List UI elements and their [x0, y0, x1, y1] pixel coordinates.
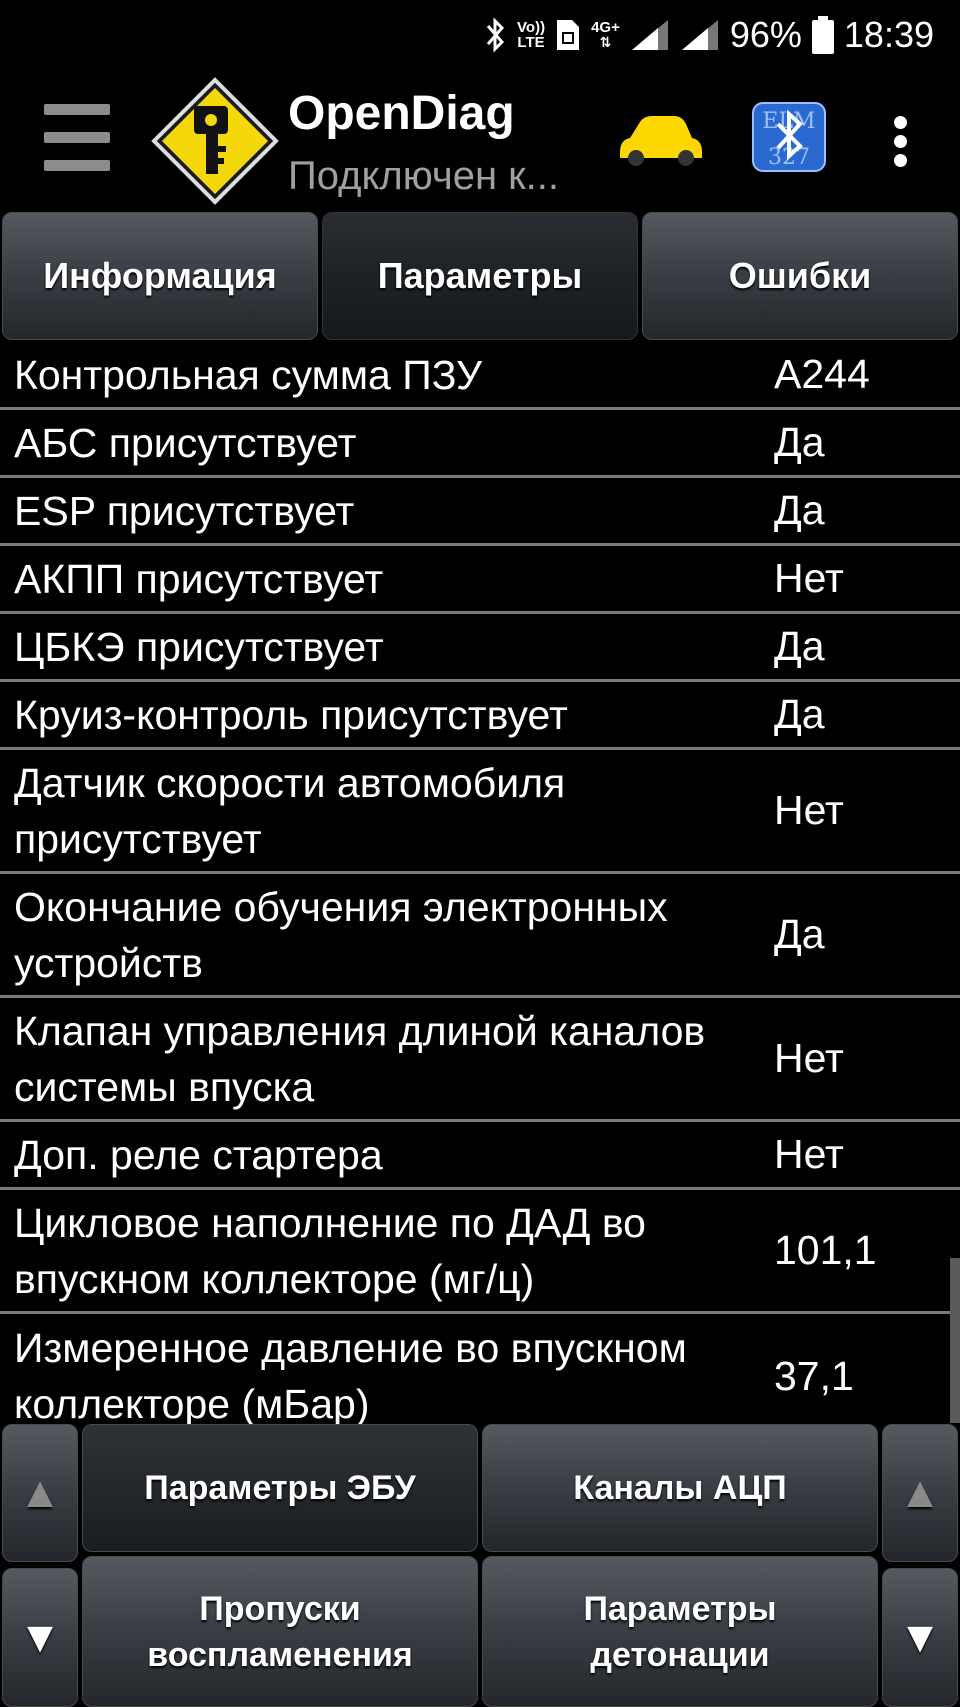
app-logo-key-icon [150, 76, 280, 206]
param-name: Контрольная сумма ПЗУ [14, 351, 483, 398]
table-row: Контрольная сумма ПЗУ A244 [0, 342, 960, 410]
scrollbar-thumb[interactable] [950, 1258, 960, 1423]
scroll-up-left-button[interactable]: ▲ [2, 1424, 78, 1562]
table-row: Круиз-контроль присутствует Да [0, 682, 960, 750]
param-name: АКПП присутствует [14, 555, 384, 602]
connection-status: Подключен к... [288, 154, 559, 198]
arrow-up-icon: ▲ [18, 1468, 62, 1517]
menu-icon[interactable] [44, 104, 110, 172]
table-row: ЦБКЭ присутствует Да [0, 614, 960, 682]
param-name: ЦБКЭ присутствует [14, 623, 384, 670]
param-name: Доп. реле стартера [14, 1131, 383, 1178]
param-value: A244 [774, 351, 870, 397]
car-icon[interactable] [616, 110, 706, 170]
table-row: Цикловое наполнение по ДАД во впускном к… [0, 1190, 960, 1314]
adc-channels-button[interactable]: Каналы АЦП [482, 1424, 878, 1552]
arrow-down-icon: ▼ [18, 1612, 62, 1662]
bottom-button-panel: ▲ Параметры ЭБУ Каналы АЦП ▲ ▼ Пропуски … [0, 1424, 960, 1707]
param-value: Да [774, 487, 825, 533]
scroll-down-right-button[interactable]: ▼ [882, 1568, 958, 1707]
parameter-list[interactable]: Контрольная сумма ПЗУ A244 АБС присутств… [0, 342, 960, 1424]
bluetooth-adapter-icon[interactable]: ELM 327 [752, 102, 826, 172]
arrow-down-icon: ▼ [898, 1612, 942, 1662]
param-value: Да [774, 911, 825, 957]
table-row: Датчик скорости автомобиля присутствует … [0, 750, 960, 874]
misfire-button-label: Пропуски воспламенения [147, 1589, 413, 1674]
param-value: Да [774, 691, 825, 737]
param-value: Нет [774, 1131, 844, 1177]
signal-strength-icon [630, 18, 670, 52]
table-row: АБС присутствует Да [0, 410, 960, 478]
volte-indicator: Vo)) LTE [517, 19, 546, 51]
clock: 18:39 [843, 14, 934, 55]
param-name: АБС присутствует [14, 419, 357, 466]
sim-card-icon [555, 18, 581, 52]
more-options-icon[interactable] [888, 116, 912, 167]
param-name: Круиз-контроль присутствует [14, 691, 568, 738]
param-value: Нет [774, 787, 844, 833]
tab-information[interactable]: Информация [2, 212, 318, 340]
status-bar: Vo)) LTE 4G+ ⇅ 96% 18:39 [0, 0, 960, 70]
tab-errors[interactable]: Ошибки [642, 212, 958, 340]
param-value: 101,1 [774, 1227, 877, 1273]
param-name: Датчик скорости автомобиля присутствует [14, 759, 566, 862]
tab-bar: Информация Параметры Ошибки [0, 212, 960, 342]
ecu-parameters-button[interactable]: Параметры ЭБУ [82, 1424, 478, 1552]
param-name: Окончание обучения электронных устройств [14, 883, 668, 986]
table-row: Измеренное давление во впускном коллекто… [0, 1314, 960, 1424]
table-row: ESP присутствует Да [0, 478, 960, 546]
knock-parameters-button[interactable]: Параметры детонации [482, 1556, 878, 1707]
tab-parameters[interactable]: Параметры [322, 212, 638, 340]
param-name: Измеренное давление во впускном коллекто… [14, 1325, 687, 1424]
param-value: Нет [774, 555, 844, 601]
table-row: АКПП присутствует Нет [0, 546, 960, 614]
scroll-down-left-button[interactable]: ▼ [2, 1568, 78, 1707]
param-value: Нет [774, 1035, 844, 1081]
app-bar: OpenDiag Подключен к... ELM 327 [0, 70, 960, 210]
misfire-button[interactable]: Пропуски воспламенения [82, 1556, 478, 1707]
table-row: Окончание обучения электронных устройств… [0, 874, 960, 998]
arrow-up-icon: ▲ [898, 1468, 942, 1517]
param-name: ESP присутствует [14, 487, 355, 534]
signal-strength-icon-2 [680, 18, 720, 52]
table-row: Доп. реле стартера Нет [0, 1122, 960, 1190]
app-title: OpenDiag [288, 87, 515, 140]
param-value: 37,1 [774, 1352, 854, 1399]
table-row: Клапан управления длиной каналов системы… [0, 998, 960, 1122]
battery-icon [811, 16, 834, 54]
battery-percentage: 96% [729, 14, 802, 55]
knock-button-label: Параметры детонации [583, 1589, 777, 1674]
param-value: Да [774, 419, 825, 465]
bluetooth-status-icon [485, 17, 507, 53]
param-name: Цикловое наполнение по ДАД во впускном к… [14, 1199, 646, 1302]
param-name: Клапан управления длиной каналов системы… [14, 1007, 706, 1110]
param-value: Да [774, 623, 825, 669]
scroll-up-right-button[interactable]: ▲ [882, 1424, 958, 1562]
network-type-indicator: 4G+ ⇅ [591, 19, 620, 50]
